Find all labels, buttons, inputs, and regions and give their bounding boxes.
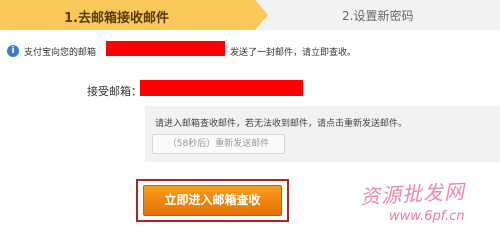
- receive-email-label: 接受邮箱：: [87, 85, 142, 98]
- step-2-label: 2.设置新密码: [342, 9, 414, 23]
- open-mailbox-button[interactable]: 立即进入邮箱查收: [143, 185, 282, 216]
- info-icon: i: [7, 45, 19, 57]
- notice-text-prefix: 支付宝向您的邮箱: [24, 48, 97, 58]
- watermark-title: 资源批发网: [359, 179, 466, 209]
- step-1-label: 1.去邮箱接收邮件: [64, 11, 169, 26]
- redacted-email-block: [106, 41, 225, 56]
- page: 1.去邮箱接收邮件 2.设置新密码 i 支付宝向您的邮箱 发送了一封邮件，请立即…: [0, 0, 500, 235]
- watermark-url: www.6pf.cn: [389, 209, 465, 224]
- notice-text-suffix: 发送了一封邮件，请立即查收。: [230, 48, 357, 58]
- step-bar: 1.去邮箱接收邮件 2.设置新密码: [0, 0, 500, 30]
- highlight-frame: 立即进入邮箱查收: [136, 179, 289, 222]
- resend-email-button[interactable]: （58秒后）重新发送邮件: [152, 134, 285, 154]
- help-box: 请进入邮箱查收邮件，若无法收到邮件，请点击重新发送邮件。 （58秒后）重新发送邮…: [145, 106, 500, 162]
- help-text: 请进入邮箱查收邮件，若无法收到邮件，请点击重新发送邮件。: [155, 119, 408, 129]
- redacted-receive-email: [140, 80, 303, 96]
